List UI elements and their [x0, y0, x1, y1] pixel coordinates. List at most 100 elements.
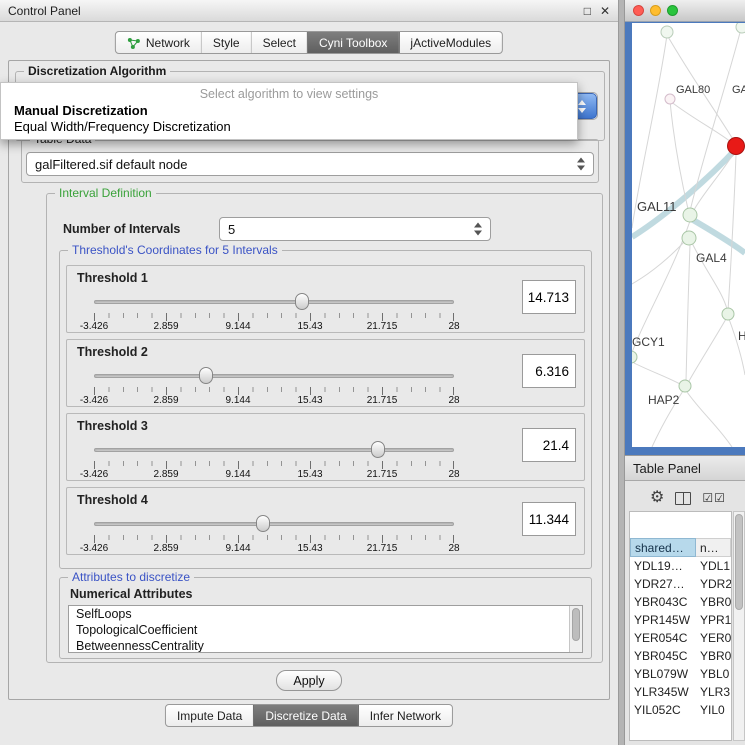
- slider-thumb[interactable]: [371, 441, 385, 458]
- network-node[interactable]: [736, 23, 745, 33]
- tab-select[interactable]: Select: [251, 32, 307, 53]
- table-row[interactable]: YER054CYER0: [630, 629, 731, 647]
- table-row[interactable]: YDL19…YDL1: [630, 557, 731, 575]
- scale-label: 9.144: [225, 469, 250, 480]
- scrollbar-thumb[interactable]: [572, 608, 580, 641]
- scale-label: -3.426: [80, 321, 108, 332]
- table-panel-title: Table Panel: [633, 461, 701, 476]
- table-row[interactable]: YPR145WYPR1: [630, 611, 731, 629]
- gear-icon[interactable]: ⚙: [650, 490, 664, 506]
- table-row[interactable]: YIL052CYIL0: [630, 701, 731, 719]
- slider-track[interactable]: [94, 448, 454, 452]
- tab-style[interactable]: Style: [201, 32, 251, 53]
- network-node-gal80[interactable]: [665, 94, 675, 104]
- threshold-label: Threshold 1: [77, 271, 148, 285]
- table-data-combobox[interactable]: galFiltered.sif default node: [26, 152, 594, 176]
- slider-track[interactable]: [94, 300, 454, 304]
- tab-network[interactable]: Network: [116, 32, 201, 53]
- checkbox-icons[interactable]: ☑☑: [702, 492, 726, 504]
- threshold-panel-2: Threshold 2 -3.426 2.859 9.144 15.43: [66, 339, 585, 407]
- slider-track[interactable]: [94, 522, 454, 526]
- slider-major-ticks: [94, 387, 454, 395]
- slider-thumb[interactable]: [256, 515, 270, 532]
- threshold-value-field[interactable]: 11.344: [522, 502, 576, 536]
- number-of-intervals-value: 5: [228, 222, 235, 237]
- scale-label: 15.43: [297, 469, 322, 480]
- table-row[interactable]: YBR043CYBR0: [630, 593, 731, 611]
- network-node-gal11[interactable]: [683, 208, 697, 222]
- scale-label: 2.859: [153, 543, 178, 554]
- scale-label: 28: [448, 395, 459, 406]
- table-row[interactable]: YBL079WYBL0: [630, 665, 731, 683]
- dropdown-option-equal-width-frequency[interactable]: Equal Width/Frequency Discretization: [1, 118, 577, 134]
- zoom-traffic-light-icon[interactable]: [667, 5, 678, 16]
- top-tabstrip: Network Style Select Cyni Toolbox jActiv…: [115, 31, 503, 54]
- attributes-list[interactable]: SelfLoops TopologicalCoefficient Between…: [68, 605, 583, 653]
- minimize-traffic-light-icon[interactable]: [650, 5, 661, 16]
- network-node-selected-red[interactable]: [728, 138, 745, 155]
- tab-jactivemodules[interactable]: jActiveModules: [398, 32, 502, 53]
- node-label-clipped: GA: [732, 84, 745, 96]
- threshold-slider[interactable]: [94, 366, 454, 386]
- control-panel-titlebar: Control Panel □ ✕: [0, 0, 618, 22]
- tab-infer-network[interactable]: Infer Network: [358, 705, 452, 726]
- table-row[interactable]: YDR27…YDR2: [630, 575, 731, 593]
- scale-label: 15.43: [297, 395, 322, 406]
- network-node[interactable]: [722, 308, 734, 320]
- table-row[interactable]: YLR345WYLR3: [630, 683, 731, 701]
- scrollbar-thumb[interactable]: [735, 514, 743, 610]
- network-window-titlebar: [625, 0, 745, 22]
- network-canvas[interactable]: GAL80 GA GAL11 GAL4 H GCY1 HAP2: [632, 23, 745, 447]
- close-traffic-light-icon[interactable]: [633, 5, 644, 16]
- scale-label: 21.715: [367, 395, 398, 406]
- number-of-intervals-combobox[interactable]: 5: [219, 217, 491, 241]
- close-icon[interactable]: ✕: [600, 5, 610, 17]
- threshold-slider[interactable]: [94, 440, 454, 460]
- list-item[interactable]: SelfLoops: [69, 606, 582, 622]
- slider-scale: -3.426 2.859 9.144 15.43 21.715 28: [94, 395, 454, 406]
- network-node-gcy1[interactable]: [632, 351, 637, 363]
- table-row[interactable]: YBR045CYBR0: [630, 647, 731, 665]
- chevron-down-icon: [578, 108, 586, 113]
- thresholds-group: Threshold's Coordinates for 5 Intervals …: [59, 250, 592, 569]
- table-scrollbar[interactable]: [733, 511, 745, 741]
- network-icon: [127, 37, 141, 49]
- dropdown-placeholder: Select algorithm to view settings: [1, 86, 577, 102]
- scale-label: 21.715: [367, 469, 398, 480]
- slider-track[interactable]: [94, 374, 454, 378]
- scale-label: 9.144: [225, 395, 250, 406]
- slider-thumb[interactable]: [295, 293, 309, 310]
- list-item[interactable]: BetweennessCentrality: [69, 638, 582, 653]
- slider-thumb[interactable]: [199, 367, 213, 384]
- node-label-clipped: H: [738, 329, 745, 343]
- dropdown-option-manual-discretization[interactable]: Manual Discretization: [1, 102, 577, 118]
- tab-network-label: Network: [146, 36, 190, 50]
- network-node-hap2[interactable]: [679, 380, 691, 392]
- tab-impute-data[interactable]: Impute Data: [166, 705, 253, 726]
- slider-scale: -3.426 2.859 9.144 15.43 21.715 28: [94, 469, 454, 480]
- table-body: YDL19…YDL1 YDR27…YDR2 YBR043CYBR0 YPR145…: [630, 557, 731, 719]
- float-window-icon[interactable]: □: [584, 5, 591, 17]
- tab-discretize-data[interactable]: Discretize Data: [253, 705, 357, 726]
- list-item[interactable]: TopologicalCoefficient: [69, 622, 582, 638]
- column-header-shared-name[interactable]: shared…: [630, 538, 696, 557]
- right-panel: GAL80 GA GAL11 GAL4 H GCY1 HAP2 Table Pa…: [625, 0, 745, 745]
- threshold-value-field[interactable]: 21.4: [522, 428, 576, 462]
- columns-icon[interactable]: [675, 492, 691, 505]
- network-node-gal4[interactable]: [682, 231, 696, 245]
- threshold-panel-4: Threshold 4 -3.426 2.859 9.144 15.43: [66, 487, 585, 555]
- threshold-value-field[interactable]: 14.713: [522, 280, 576, 314]
- tab-cyni-toolbox[interactable]: Cyni Toolbox: [307, 32, 398, 53]
- table-panel-header: Table Panel: [625, 455, 745, 481]
- slider-major-ticks: [94, 313, 454, 321]
- threshold-slider[interactable]: [94, 292, 454, 312]
- list-scrollbar[interactable]: [569, 606, 582, 652]
- network-node[interactable]: [661, 26, 673, 38]
- screen: Control Panel □ ✕ Network Style Select C…: [0, 0, 745, 745]
- table-header-row: shared… n…: [630, 538, 731, 557]
- threshold-slider[interactable]: [94, 514, 454, 534]
- threshold-value-field[interactable]: 6.316: [522, 354, 576, 388]
- column-header-name[interactable]: n…: [696, 538, 731, 557]
- table-data-group: Table Data galFiltered.sif default node: [21, 139, 599, 183]
- apply-button[interactable]: Apply: [276, 670, 342, 691]
